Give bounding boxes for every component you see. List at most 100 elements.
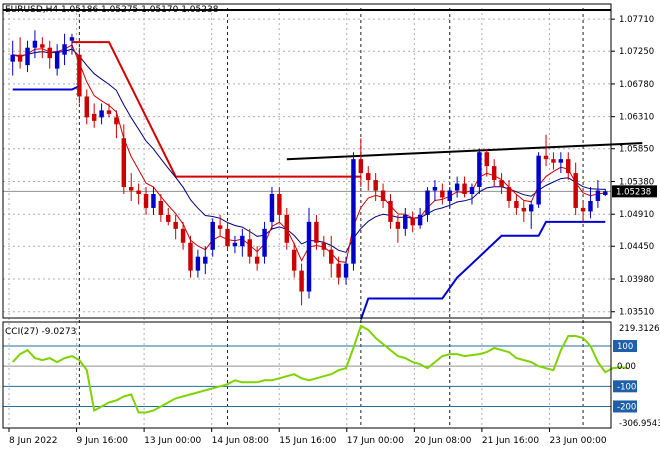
candle-body	[54, 51, 60, 69]
candle-body	[143, 194, 149, 208]
price-tick-label: 1.05850	[619, 145, 654, 155]
price-tick-label: 1.06780	[619, 80, 654, 90]
price-tick-label: 1.03510	[619, 308, 654, 318]
candle-body	[166, 214, 171, 222]
cci-label: CCI(27) -9.0273	[5, 327, 76, 337]
candle-body	[351, 159, 356, 264]
cci-min-label: -306.9543	[619, 419, 660, 429]
candle-body	[77, 54, 82, 97]
candle-body	[62, 44, 67, 55]
candle-body	[47, 47, 52, 59]
candle-body	[195, 256, 201, 271]
candle-body	[454, 183, 460, 191]
candle-body	[603, 191, 608, 195]
candle-body	[10, 54, 15, 62]
candle-body	[269, 194, 275, 222]
time-tick-label: 13 Jun 00:00	[144, 436, 201, 446]
candle-body	[477, 152, 482, 188]
price-tick-label: 1.03980	[619, 275, 654, 285]
candle-body	[595, 190, 601, 201]
time-tick-label: 20 Jun 08:00	[414, 436, 471, 446]
candle-body	[225, 228, 230, 247]
candle-body	[291, 249, 297, 271]
candle-body	[432, 187, 438, 191]
candle-body	[529, 204, 534, 212]
candle-body	[321, 242, 327, 250]
chart-frame	[2, 3, 612, 429]
price-tick-label: 1.06310	[619, 113, 654, 123]
candle-body	[188, 242, 193, 271]
candle-body	[558, 159, 564, 163]
price-tick-label: 1.04910	[619, 210, 654, 220]
candle-body	[395, 221, 401, 229]
candle-body	[217, 225, 223, 229]
time-tick-label: 21 Jun 16:00	[482, 436, 539, 446]
candle-body	[299, 270, 304, 292]
candle-body	[99, 110, 104, 118]
time-tick-label: 14 Jun 08:00	[212, 436, 269, 446]
candle-body	[543, 155, 549, 160]
candle-body	[173, 221, 178, 229]
candle-body	[462, 183, 467, 194]
time-tick-label: 17 Jun 00:00	[347, 436, 404, 446]
candles	[10, 30, 608, 306]
candle-body	[121, 138, 127, 188]
candle-body	[203, 256, 208, 264]
candle-body	[254, 256, 260, 264]
candle-body	[91, 113, 97, 121]
candle-body	[329, 249, 334, 264]
time-tick-label: 9 Jun 16:00	[77, 436, 129, 446]
resistance-trendline	[286, 142, 643, 161]
symbol-line: EURUSD,H4 1.05186 1.05275 1.05170 1.0523…	[5, 5, 219, 15]
candle-body	[343, 263, 349, 278]
candle-body	[210, 221, 215, 250]
cci-level-label: -100	[617, 382, 636, 392]
candle-body	[536, 155, 541, 205]
cci-level-label: 0.00	[617, 362, 636, 372]
moving-averages	[11, 44, 628, 414]
candle-body	[306, 221, 312, 292]
cci-max-label: 219.3126	[619, 324, 660, 334]
current-price-label: 1.05238	[616, 187, 651, 197]
time-tick-label: 15 Jun 16:00	[279, 436, 336, 446]
candle-body	[25, 47, 30, 66]
candle-body	[40, 44, 45, 48]
candle-body	[425, 190, 430, 215]
candle-body	[366, 173, 371, 181]
candle-body	[247, 239, 252, 257]
candle-body	[151, 194, 156, 208]
candle-body	[32, 40, 38, 48]
candle-body	[403, 214, 408, 229]
time-tick-label: 8 Jun 2022	[9, 436, 57, 446]
cci-line	[11, 324, 628, 414]
axes-labels: 1.077101.072501.067801.063101.058501.053…	[8, 15, 660, 446]
candle-body	[566, 159, 571, 174]
candle-body	[588, 200, 593, 212]
price-tick-label: 1.04450	[619, 242, 654, 252]
candle-body	[232, 242, 238, 247]
time-tick-label: 23 Jun 00:00	[549, 436, 606, 446]
candle-body	[484, 152, 489, 167]
candle-body	[106, 110, 112, 114]
cci-level-label: 100	[617, 342, 633, 352]
candle-body	[417, 214, 423, 226]
lower-band-line	[12, 85, 80, 91]
candle-body	[440, 190, 445, 198]
candle-body	[506, 187, 512, 201]
candle-body	[514, 200, 519, 208]
chart-canvas: 1.077101.072501.067801.063101.058501.053…	[2, 3, 660, 446]
upper-band-line	[72, 41, 361, 178]
candle-body	[410, 218, 415, 226]
candle-body	[277, 194, 282, 215]
cci-level-label: -200	[617, 402, 636, 412]
candle-body	[17, 54, 23, 62]
candle-body	[136, 190, 141, 194]
candle-body	[491, 166, 497, 181]
price-tick-label: 1.07250	[619, 47, 654, 57]
candle-body	[69, 37, 75, 41]
price-tick-label: 1.07710	[619, 15, 654, 25]
candle-body	[380, 190, 386, 201]
candle-body	[336, 263, 341, 278]
candle-body	[180, 228, 186, 243]
candle-body	[84, 96, 89, 118]
